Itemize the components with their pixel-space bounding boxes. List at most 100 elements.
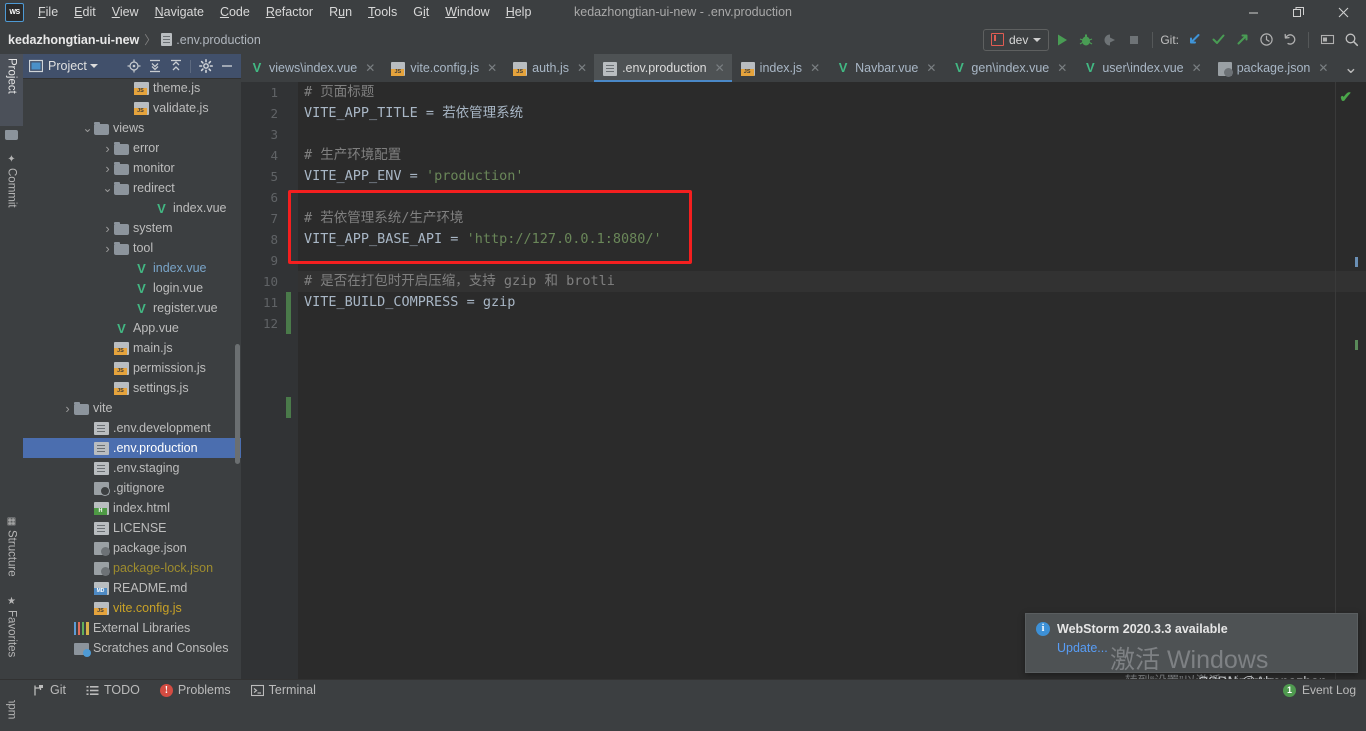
tree-item[interactable]: vite.config.js	[23, 598, 241, 618]
line-number[interactable]: 12	[241, 313, 286, 334]
sidebar-item-commit[interactable]: ✦ Commit	[0, 150, 23, 238]
menu-item-code[interactable]: Code	[212, 0, 258, 25]
tree-item[interactable]: ⌄ redirect	[23, 178, 241, 198]
chevron-right-icon[interactable]: ›	[101, 161, 114, 176]
debug-button[interactable]	[1075, 29, 1097, 51]
tree-item[interactable]: External Libraries	[23, 618, 241, 638]
status-todo[interactable]: TODO	[76, 683, 150, 697]
editor-tab[interactable]: vite.config.js ✕	[382, 54, 504, 82]
menu-item-tools[interactable]: Tools	[360, 0, 405, 25]
status-problems[interactable]: ! Problems	[150, 683, 241, 697]
breadcrumb-file[interactable]: .env.production	[176, 33, 261, 47]
project-tree-scrollbar[interactable]	[235, 344, 240, 464]
sidebar-item-structure[interactable]: ▦ Structure	[0, 512, 23, 598]
menu-item-refactor[interactable]: Refactor	[258, 0, 321, 25]
chevron-down-icon[interactable]: ⌄	[101, 182, 114, 194]
line-number[interactable]: 4	[241, 145, 286, 166]
tree-item[interactable]: V App.vue	[23, 318, 241, 338]
menu-item-git[interactable]: Git	[405, 0, 437, 25]
inspection-status-icon[interactable]: ✔	[1339, 88, 1352, 106]
line-number[interactable]: 11	[241, 292, 286, 313]
menu-item-run[interactable]: Run	[321, 0, 360, 25]
expand-all-icon[interactable]	[145, 57, 164, 76]
code-line[interactable]: # 是否在打包时开启压缩，支持 gzip 和 brotli	[298, 271, 1366, 292]
line-number[interactable]: 8	[241, 229, 286, 250]
close-tab-icon[interactable]: ✕	[926, 61, 936, 75]
sidebar-item-project[interactable]: Project	[0, 54, 23, 126]
locate-icon[interactable]	[124, 57, 143, 76]
code-folding-strip[interactable]	[286, 82, 298, 679]
change-marker-bar-2[interactable]	[286, 397, 291, 418]
close-icon[interactable]	[1321, 0, 1366, 25]
close-tab-icon[interactable]: ✕	[1318, 61, 1328, 75]
menu-item-navigate[interactable]: Navigate	[147, 0, 212, 25]
tree-item[interactable]: README.md	[23, 578, 241, 598]
tree-item[interactable]: .gitignore	[23, 478, 241, 498]
chevron-right-icon[interactable]: ›	[101, 221, 114, 236]
code-line[interactable]	[298, 250, 1366, 271]
tree-item[interactable]: package.json	[23, 538, 241, 558]
line-number[interactable]: 1	[241, 82, 286, 103]
code-editor[interactable]: 1 2 3 4 5 6 7 8 9 10 11 12 # 页面标题 VITE_APP_TITLE = 若…	[241, 82, 1366, 679]
git-push-icon[interactable]	[1231, 29, 1253, 51]
tree-item[interactable]: settings.js	[23, 378, 241, 398]
tree-item[interactable]: permission.js	[23, 358, 241, 378]
menu-item-window[interactable]: Window	[437, 0, 497, 25]
git-update-icon[interactable]	[1183, 29, 1205, 51]
close-tab-icon[interactable]: ✕	[1192, 61, 1202, 75]
code-line[interactable]: VITE_APP_TITLE = 若依管理系统	[298, 103, 1366, 124]
settings-gear-icon[interactable]	[196, 57, 215, 76]
line-number[interactable]: 10	[241, 271, 286, 292]
git-commit-icon[interactable]	[1207, 29, 1229, 51]
tree-item[interactable]: validate.js	[23, 98, 241, 118]
menu-item-edit[interactable]: Edit	[66, 0, 104, 25]
run-configuration-selector[interactable]: dev	[982, 28, 1050, 51]
code-line[interactable]: VITE_BUILD_COMPRESS = gzip	[298, 292, 1366, 313]
tree-item[interactable]: › tool	[23, 238, 241, 258]
tree-item[interactable]: .env.staging	[23, 458, 241, 478]
editor-text-area[interactable]: # 页面标题 VITE_APP_TITLE = 若依管理系统 # 生产环境配置 VI…	[298, 82, 1366, 679]
layout-toggle-icon[interactable]	[1316, 29, 1338, 51]
tree-item[interactable]: Vindex.vue	[23, 258, 241, 278]
line-number[interactable]: 2	[241, 103, 286, 124]
line-number[interactable]: 7	[241, 208, 286, 229]
tree-item[interactable]: › error	[23, 138, 241, 158]
close-tab-icon[interactable]: ✕	[365, 61, 375, 75]
status-terminal[interactable]: Terminal	[241, 683, 326, 697]
tree-item[interactable]: .env.production	[23, 438, 241, 458]
menu-item-help[interactable]: Help	[498, 0, 540, 25]
editor-tab[interactable]: index.js ✕	[732, 54, 827, 82]
maximize-icon[interactable]	[1276, 0, 1321, 25]
chevron-right-icon[interactable]: ›	[101, 141, 114, 156]
status-event-log-label[interactable]: Event Log	[1302, 683, 1356, 697]
code-line[interactable]	[298, 187, 1366, 208]
chevron-right-icon[interactable]: ›	[61, 401, 74, 416]
breadcrumb-project[interactable]: kedazhongtian-ui-new	[8, 33, 139, 47]
collapse-all-icon[interactable]	[166, 57, 185, 76]
tree-item[interactable]: › vite	[23, 398, 241, 418]
tree-item[interactable]: › system	[23, 218, 241, 238]
line-number[interactable]: 6	[241, 187, 286, 208]
project-scope-chevron-down-icon[interactable]	[89, 64, 98, 68]
chevron-right-icon[interactable]: ›	[101, 241, 114, 256]
close-tab-icon[interactable]: ✕	[487, 61, 497, 75]
code-line[interactable]: VITE_APP_BASE_API = 'http://127.0.0.1:80…	[298, 229, 1366, 250]
undo-icon[interactable]	[1279, 29, 1301, 51]
close-tab-icon[interactable]: ✕	[1057, 61, 1067, 75]
tree-item[interactable]: .env.development	[23, 418, 241, 438]
sidebar-item-favorites[interactable]: ★ Favorites	[0, 592, 23, 676]
close-tab-icon[interactable]: ✕	[810, 61, 820, 75]
tree-item[interactable]: theme.js	[23, 78, 241, 98]
tree-item[interactable]: › monitor	[23, 158, 241, 178]
history-clock-icon[interactable]	[1255, 29, 1277, 51]
hide-panel-icon[interactable]	[217, 57, 236, 76]
tree-item[interactable]: LICENSE	[23, 518, 241, 538]
line-number[interactable]: 5	[241, 166, 286, 187]
editor-tab[interactable]: Vuser\index.vue ✕	[1074, 54, 1208, 82]
project-file-tree[interactable]: theme.js validate.js ⌄ views › error › monitor ⌄…	[23, 78, 241, 679]
change-marker-bar[interactable]	[286, 292, 291, 334]
line-number[interactable]: 9	[241, 250, 286, 271]
tree-item[interactable]: package-lock.json	[23, 558, 241, 578]
minimize-icon[interactable]	[1231, 0, 1276, 25]
editor-tab[interactable]: auth.js ✕	[504, 54, 594, 82]
